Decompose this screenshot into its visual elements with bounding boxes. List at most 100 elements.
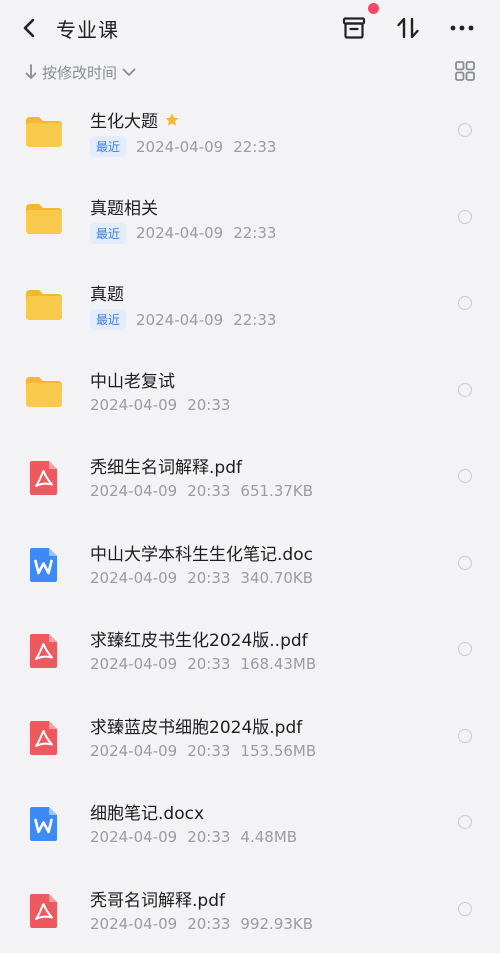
- file-date: 2024-04-09: [90, 569, 177, 587]
- file-name: 秃细生名词解释.pdf: [90, 453, 242, 478]
- file-name: 秃哥名词解释.pdf: [90, 886, 225, 911]
- file-time: 20:33: [187, 915, 230, 933]
- file-name-row: 中山大学本科生生化笔记.doc: [90, 540, 313, 565]
- file-time: 20:33: [187, 569, 230, 587]
- word-file-icon: [24, 545, 64, 585]
- top-bar: 专业课: [0, 0, 500, 56]
- file-name: 中山老复试: [90, 367, 175, 392]
- back-button[interactable]: [14, 12, 46, 44]
- grid-view-icon: [454, 60, 476, 82]
- file-name: 生化大题: [90, 107, 158, 132]
- file-name-row: 真题相关: [90, 194, 158, 219]
- pdf-file-icon: [24, 891, 64, 931]
- list-item[interactable]: 生化大题 最近 2024-04-09 22:33: [0, 88, 500, 175]
- archive-box-icon: [341, 15, 367, 41]
- more-dots-icon: [449, 15, 475, 41]
- file-size: 651.37KB: [240, 482, 313, 500]
- file-meta: 最近 2024-04-09 22:33: [90, 136, 276, 157]
- sort-label: 按修改时间: [42, 62, 117, 83]
- file-name-row: 求臻红皮书生化2024版..pdf: [90, 626, 308, 651]
- file-name: 细胞笔记.docx: [90, 799, 204, 824]
- file-date: 2024-04-09: [90, 482, 177, 500]
- file-size: 4.48MB: [240, 828, 297, 846]
- file-meta: 2024-04-09 20:33 992.93KB: [90, 915, 313, 933]
- file-name: 中山大学本科生生化笔记.doc: [90, 540, 313, 565]
- file-date: 2024-04-09: [136, 138, 223, 156]
- pdf-file-icon: [24, 718, 64, 758]
- file-name: 真题: [90, 280, 124, 305]
- select-radio[interactable]: [458, 383, 472, 397]
- file-meta: 2024-04-09 20:33 340.70KB: [90, 569, 313, 587]
- file-time: 20:33: [187, 482, 230, 500]
- file-time: 20:33: [187, 655, 230, 673]
- sort-arrows-icon: [395, 15, 421, 41]
- file-date: 2024-04-09: [136, 311, 223, 329]
- pdf-file-icon: [24, 458, 64, 498]
- file-name: 真题相关: [90, 194, 158, 219]
- file-time: 20:33: [187, 396, 230, 414]
- more-button[interactable]: [446, 12, 478, 44]
- file-time: 20:33: [187, 742, 230, 760]
- select-radio[interactable]: [458, 210, 472, 224]
- sort-selector[interactable]: 按修改时间: [24, 60, 137, 84]
- file-date: 2024-04-09: [90, 655, 177, 673]
- folder-icon: [24, 372, 64, 412]
- chevron-left-icon: [21, 17, 39, 39]
- file-date: 2024-04-09: [90, 915, 177, 933]
- select-radio[interactable]: [458, 556, 472, 570]
- recent-badge: 最近: [90, 136, 126, 157]
- file-meta: 最近 2024-04-09 22:33: [90, 309, 276, 330]
- file-name-row: 真题: [90, 280, 124, 305]
- select-radio[interactable]: [458, 815, 472, 829]
- folder-icon: [24, 285, 64, 325]
- file-date: 2024-04-09: [90, 828, 177, 846]
- list-item[interactable]: 细胞笔记.docx 2024-04-09 20:33 4.48MB: [0, 780, 500, 867]
- notification-dot: [368, 3, 379, 14]
- chevron-down-icon: [121, 65, 137, 79]
- recent-badge: 最近: [90, 309, 126, 330]
- star-icon: [164, 112, 180, 128]
- arrow-down-icon: [24, 63, 38, 81]
- list-item[interactable]: 真题 最近 2024-04-09 22:33: [0, 261, 500, 348]
- file-list: 生化大题 最近 2024-04-09 22:33 真题相关 最近 2024-04…: [0, 88, 500, 953]
- recent-badge: 最近: [90, 223, 126, 244]
- file-meta: 2024-04-09 20:33 168.43MB: [90, 655, 316, 673]
- file-name-row: 细胞笔记.docx: [90, 799, 204, 824]
- file-time: 22:33: [233, 311, 276, 329]
- select-radio[interactable]: [458, 729, 472, 743]
- select-radio[interactable]: [458, 296, 472, 310]
- file-date: 2024-04-09: [90, 742, 177, 760]
- file-name-row: 生化大题: [90, 107, 180, 132]
- list-item[interactable]: 中山老复试 2024-04-09 20:33: [0, 348, 500, 435]
- list-item[interactable]: 求臻蓝皮书细胞2024版.pdf 2024-04-09 20:33 153.56…: [0, 694, 500, 781]
- list-item[interactable]: 中山大学本科生生化笔记.doc 2024-04-09 20:33 340.70K…: [0, 521, 500, 608]
- file-size: 340.70KB: [240, 569, 313, 587]
- file-size: 168.43MB: [240, 655, 316, 673]
- sort-toggle-button[interactable]: [392, 12, 424, 44]
- list-item[interactable]: 秃细生名词解释.pdf 2024-04-09 20:33 651.37KB: [0, 434, 500, 521]
- file-date: 2024-04-09: [136, 224, 223, 242]
- file-meta: 2024-04-09 20:33 153.56MB: [90, 742, 316, 760]
- file-meta: 最近 2024-04-09 22:33: [90, 223, 276, 244]
- file-time: 22:33: [233, 224, 276, 242]
- list-item[interactable]: 真题相关 最近 2024-04-09 22:33: [0, 175, 500, 262]
- select-radio[interactable]: [458, 902, 472, 916]
- list-item[interactable]: 秃哥名词解释.pdf 2024-04-09 20:33 992.93KB: [0, 867, 500, 953]
- grid-view-button[interactable]: [452, 58, 478, 84]
- file-meta: 2024-04-09 20:33: [90, 396, 230, 414]
- file-time: 22:33: [233, 138, 276, 156]
- file-name-row: 秃哥名词解释.pdf: [90, 886, 225, 911]
- archive-button[interactable]: [338, 12, 370, 44]
- page-title: 专业课: [56, 14, 119, 43]
- list-item[interactable]: 求臻红皮书生化2024版..pdf 2024-04-09 20:33 168.4…: [0, 607, 500, 694]
- select-radio[interactable]: [458, 642, 472, 656]
- select-radio[interactable]: [458, 123, 472, 137]
- file-name-row: 中山老复试: [90, 367, 175, 392]
- file-size: 992.93KB: [240, 915, 313, 933]
- file-meta: 2024-04-09 20:33 4.48MB: [90, 828, 297, 846]
- file-name: 求臻蓝皮书细胞2024版.pdf: [90, 713, 302, 738]
- select-radio[interactable]: [458, 469, 472, 483]
- file-name: 求臻红皮书生化2024版..pdf: [90, 626, 308, 651]
- word-file-icon: [24, 804, 64, 844]
- file-meta: 2024-04-09 20:33 651.37KB: [90, 482, 313, 500]
